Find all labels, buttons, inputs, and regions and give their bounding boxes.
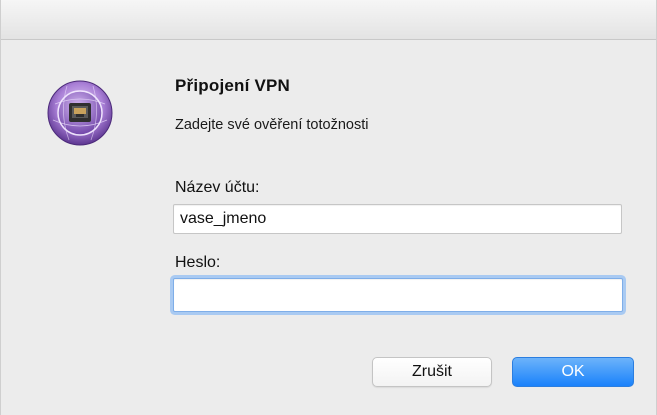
dialog-subtitle: Zadejte své ověření totožnosti: [175, 117, 369, 133]
window-titlebar[interactable]: [1, 0, 656, 40]
account-name-label: Název účtu:: [175, 179, 260, 196]
dialog-title: Připojení VPN: [175, 76, 291, 95]
password-label: Heslo:: [175, 254, 221, 271]
password-field[interactable]: [173, 278, 623, 312]
vpn-connection-dialog: Připojení VPN Zadejte své ověření totožn…: [0, 0, 657, 415]
network-vpn-icon: [47, 80, 113, 146]
ok-button[interactable]: OK: [512, 357, 634, 387]
cancel-button[interactable]: Zrušit: [372, 357, 492, 387]
account-name-field[interactable]: [173, 204, 622, 234]
